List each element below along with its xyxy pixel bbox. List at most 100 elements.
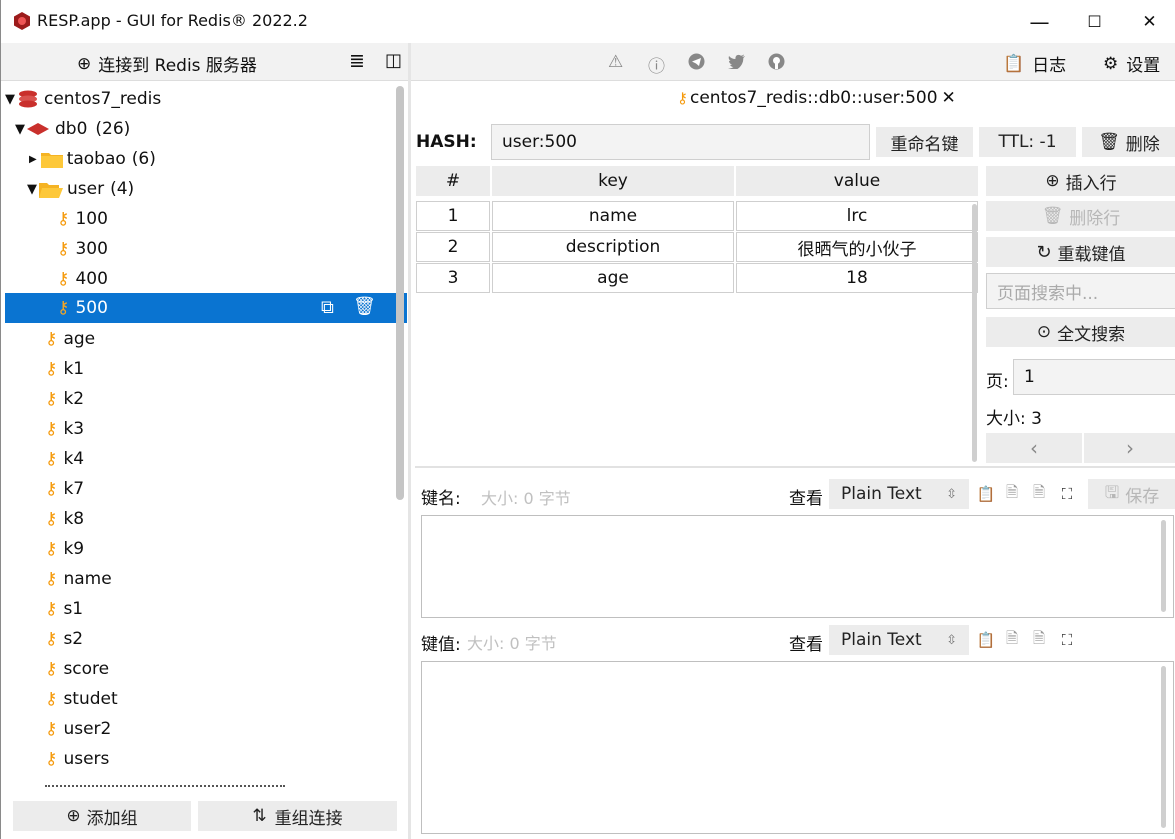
table-cell-index[interactable]: 1 — [416, 201, 490, 231]
help-icon[interactable]: ⓘ — [648, 52, 665, 77]
delete-row-button[interactable]: 🗑 删除行 — [986, 201, 1175, 231]
rename-key-button[interactable]: 重命名键 — [876, 127, 973, 157]
minimize-button[interactable]: — — [1012, 0, 1067, 43]
tree-db0[interactable]: ▼ db0 (26) — [15, 114, 130, 144]
log-button[interactable]: 📋 日志 — [1003, 51, 1066, 77]
connect-redis-button[interactable]: ⊕ 连接到 Redis 服务器 — [77, 51, 257, 77]
play-circle-icon: ⊙ — [1036, 322, 1052, 342]
code-file-icon[interactable]: 🗎 — [1002, 628, 1022, 652]
regroup-connections-button[interactable]: ⇅ 重组连接 — [198, 801, 397, 831]
size-label: 大小: 3 — [986, 409, 1042, 429]
trash-icon[interactable]: 🗑 — [353, 296, 376, 317]
tree-folder-taobao[interactable]: ▶ taobao (6) — [29, 144, 156, 174]
tree-key-k3[interactable]: ⚷ k3 — [45, 414, 84, 444]
format-value-2: Plain Text — [841, 630, 922, 650]
key-editor-scrollbar[interactable] — [1161, 520, 1166, 612]
key-value-label: 键值: — [421, 635, 461, 655]
tree-key-user-300[interactable]: ⚷ 300 — [57, 234, 108, 264]
warning-icon[interactable]: ⚠ — [608, 52, 623, 72]
tree-key-studet[interactable]: ⚷ studet — [45, 684, 118, 714]
tab-title: centos7_redis::db0::user:500 — [690, 88, 938, 108]
next-page-button[interactable]: › — [1084, 433, 1175, 463]
page-search-input[interactable]: 页面搜索中... — [986, 273, 1175, 309]
key-name-editor[interactable] — [421, 515, 1174, 618]
settings-label: 设置 — [1126, 56, 1161, 76]
binary-file-icon[interactable]: 🗎 — [1029, 628, 1049, 652]
close-window-button[interactable]: ✕ — [1122, 0, 1175, 43]
tree-key-name[interactable]: ⚷ name — [45, 564, 112, 594]
tree-key-user-100[interactable]: ⚷ 100 — [57, 204, 108, 234]
github-icon[interactable] — [768, 53, 785, 70]
prev-page-button[interactable]: ‹ — [986, 433, 1082, 463]
tree-scrollbar[interactable] — [396, 86, 404, 500]
tree-key-s1[interactable]: ⚷ s1 — [45, 594, 83, 624]
folder-icon — [40, 153, 63, 168]
save-button[interactable]: 🖫 保存 — [1088, 479, 1175, 509]
page-number-input[interactable]: 1 — [1013, 359, 1175, 395]
key-icon: ⚷ — [45, 389, 58, 409]
tab-key-user-500[interactable]: ⚷ centos7_redis::db0::user:500 ✕ — [677, 88, 956, 108]
panel-toggle-icon[interactable]: ◫ — [385, 50, 402, 71]
table-scrollbar[interactable] — [972, 204, 977, 462]
binary-file-icon[interactable]: 🗎 — [1029, 482, 1049, 506]
column-header-index[interactable]: # — [416, 166, 490, 196]
tab-close-icon[interactable]: ✕ — [942, 88, 956, 108]
table-cell-key[interactable]: description — [492, 232, 734, 262]
fulltext-search-button[interactable]: ⊙ 全文搜索 — [986, 317, 1175, 347]
table-cell-value[interactable]: 18 — [736, 263, 978, 293]
copy-key-icon[interactable]: ⧉ — [321, 297, 334, 318]
table-cell-value[interactable]: lrc — [736, 201, 978, 231]
column-header-value[interactable]: value — [736, 166, 978, 196]
table-cell-key[interactable]: age — [492, 263, 734, 293]
editor-splitter[interactable] — [415, 466, 1175, 468]
table-cell-index[interactable]: 3 — [416, 263, 490, 293]
settings-button[interactable]: ⚙ 设置 — [1103, 51, 1161, 77]
tree-key-k8[interactable]: ⚷ k8 — [45, 504, 84, 534]
tree-key-k4[interactable]: ⚷ k4 — [45, 444, 84, 474]
fullscreen-icon[interactable]: ⛶ — [1057, 482, 1077, 506]
reload-label: 重载键值 — [1057, 244, 1126, 265]
tree-key-s2[interactable]: ⚷ s2 — [45, 624, 83, 654]
add-group-button[interactable]: ⊕ 添加组 — [13, 801, 191, 831]
sort-arrows-icon: ⇅ — [252, 806, 267, 826]
list-view-icon[interactable]: ≣ — [349, 50, 365, 72]
reload-value-button[interactable]: ↻ 重载键值 — [986, 237, 1175, 267]
key-value-editor[interactable] — [421, 661, 1174, 834]
tree-key-user2[interactable]: ⚷ user2 — [45, 714, 111, 744]
tree-folder-user[interactable]: ▼ user (4) — [27, 174, 134, 204]
tree-key-user-500[interactable]: ⚷ 500 — [57, 293, 108, 323]
table-cell-value[interactable]: 很晒气的小伙子 — [736, 232, 978, 262]
table-cell-key[interactable]: name — [492, 201, 734, 231]
tree-key-k9[interactable]: ⚷ k9 — [45, 534, 84, 564]
delete-key-button[interactable]: 🗑 删除 — [1082, 127, 1175, 157]
copy-icon[interactable]: 📋 — [976, 628, 996, 652]
tree-key-score[interactable]: ⚷ score — [45, 654, 109, 684]
format-select-2[interactable]: Plain Text ⇳ — [829, 625, 969, 655]
table-cell-index[interactable]: 2 — [416, 232, 490, 262]
tree-key-age[interactable]: ⚷ age — [45, 324, 95, 354]
maximize-button[interactable]: ☐ — [1067, 0, 1122, 43]
twitter-icon[interactable] — [728, 54, 745, 69]
copy-icon[interactable]: 📋 — [976, 482, 996, 506]
code-file-icon[interactable]: 🗎 — [1002, 482, 1022, 506]
tree-key-k1[interactable]: ⚷ k1 — [45, 354, 84, 384]
tree-key-users[interactable]: ⚷ users — [45, 744, 109, 774]
insert-row-button[interactable]: ⊕ 插入行 — [986, 166, 1175, 196]
format-select[interactable]: Plain Text ⇳ — [829, 479, 969, 509]
key-name: k7 — [63, 479, 85, 499]
fullscreen-icon[interactable]: ⛶ — [1057, 628, 1077, 652]
tree-key-k7[interactable]: ⚷ k7 — [45, 474, 84, 504]
key-icon: ⚷ — [45, 569, 58, 589]
tree-key-k2[interactable]: ⚷ k2 — [45, 384, 84, 414]
connect-redis-label: 连接到 Redis 服务器 — [98, 56, 257, 76]
key-name-input[interactable]: user:500 — [491, 124, 870, 160]
tree-connection-centos7-redis[interactable]: ▼ centos7_redis — [5, 84, 161, 114]
db-name: db0 — [55, 119, 88, 139]
ttl-button[interactable]: TTL: -1 — [979, 127, 1076, 157]
telegram-icon[interactable] — [688, 53, 705, 70]
view-label-2: 查看 — [789, 635, 823, 655]
value-editor-scrollbar[interactable] — [1161, 666, 1166, 828]
column-header-key[interactable]: key — [492, 166, 734, 196]
tree-key-user-400[interactable]: ⚷ 400 — [57, 264, 108, 294]
pane-splitter[interactable] — [408, 43, 411, 839]
